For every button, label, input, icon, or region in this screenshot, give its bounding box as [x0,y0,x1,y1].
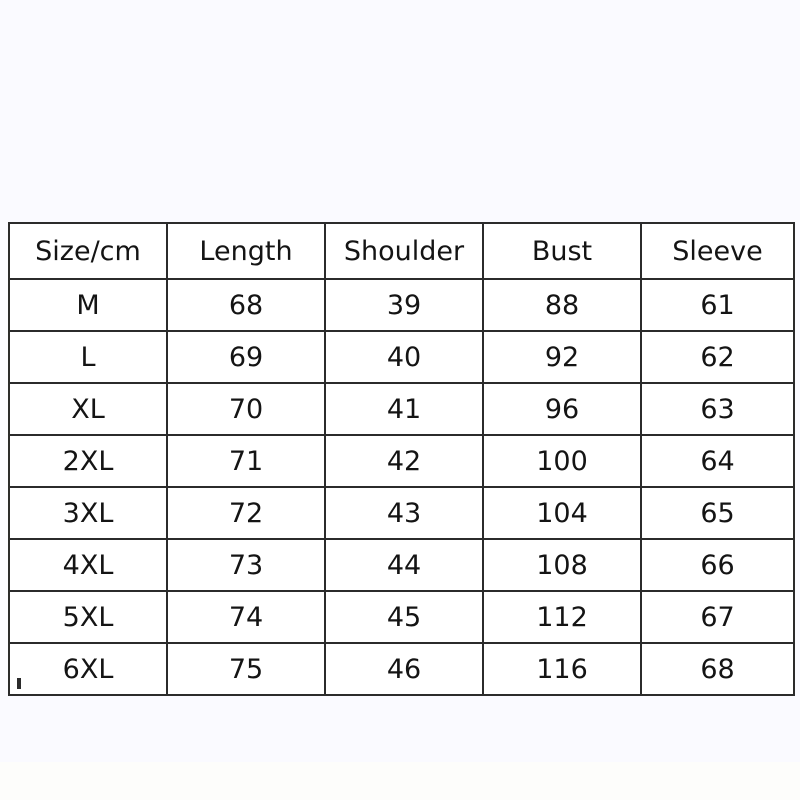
cell-size: 6XL [8,642,168,696]
cell-length: 73 [166,538,326,592]
cell-bust: 104 [482,486,642,540]
table-row: 5XL 74 45 112 67 [8,590,795,644]
column-header-sleeve: Sleeve [640,222,795,280]
cell-shoulder: 45 [324,590,484,644]
cell-shoulder: 42 [324,434,484,488]
size-chart-container: Size/cm Length Shoulder Bust Sleeve M 68… [8,222,795,696]
cell-length: 71 [166,434,326,488]
bottom-tone-strip [0,762,800,800]
cell-length: 75 [166,642,326,696]
cell-size: XL [8,382,168,436]
column-header-bust: Bust [482,222,642,280]
table-header-row: Size/cm Length Shoulder Bust Sleeve [8,222,795,280]
table-row: 4XL 73 44 108 66 [8,538,795,592]
cell-size: L [8,330,168,384]
cell-size: 2XL [8,434,168,488]
table-row: 2XL 71 42 100 64 [8,434,795,488]
cell-sleeve: 62 [640,330,795,384]
table-corner-tick-mark [17,678,21,689]
cell-shoulder: 40 [324,330,484,384]
cell-sleeve: 64 [640,434,795,488]
cell-bust: 116 [482,642,642,696]
cell-shoulder: 44 [324,538,484,592]
table-row: M 68 39 88 61 [8,278,795,332]
cell-length: 74 [166,590,326,644]
cell-sleeve: 68 [640,642,795,696]
cell-size: M [8,278,168,332]
table-row: 6XL 75 46 116 68 [8,642,795,696]
cell-length: 70 [166,382,326,436]
cell-shoulder: 39 [324,278,484,332]
column-header-size: Size/cm [8,222,168,280]
cell-bust: 100 [482,434,642,488]
cell-bust: 108 [482,538,642,592]
cell-bust: 88 [482,278,642,332]
cell-shoulder: 41 [324,382,484,436]
cell-shoulder: 46 [324,642,484,696]
cell-size: 4XL [8,538,168,592]
cell-bust: 92 [482,330,642,384]
column-header-length: Length [166,222,326,280]
cell-sleeve: 63 [640,382,795,436]
cell-bust: 96 [482,382,642,436]
table-row: L 69 40 92 62 [8,330,795,384]
cell-sleeve: 66 [640,538,795,592]
table-row: 3XL 72 43 104 65 [8,486,795,540]
cell-length: 68 [166,278,326,332]
cell-sleeve: 61 [640,278,795,332]
cell-bust: 112 [482,590,642,644]
cell-sleeve: 65 [640,486,795,540]
column-header-shoulder: Shoulder [324,222,484,280]
cell-length: 72 [166,486,326,540]
cell-sleeve: 67 [640,590,795,644]
cell-size: 3XL [8,486,168,540]
table-row: XL 70 41 96 63 [8,382,795,436]
cell-length: 69 [166,330,326,384]
cell-shoulder: 43 [324,486,484,540]
cell-size: 5XL [8,590,168,644]
size-chart-table: Size/cm Length Shoulder Bust Sleeve M 68… [8,222,795,696]
